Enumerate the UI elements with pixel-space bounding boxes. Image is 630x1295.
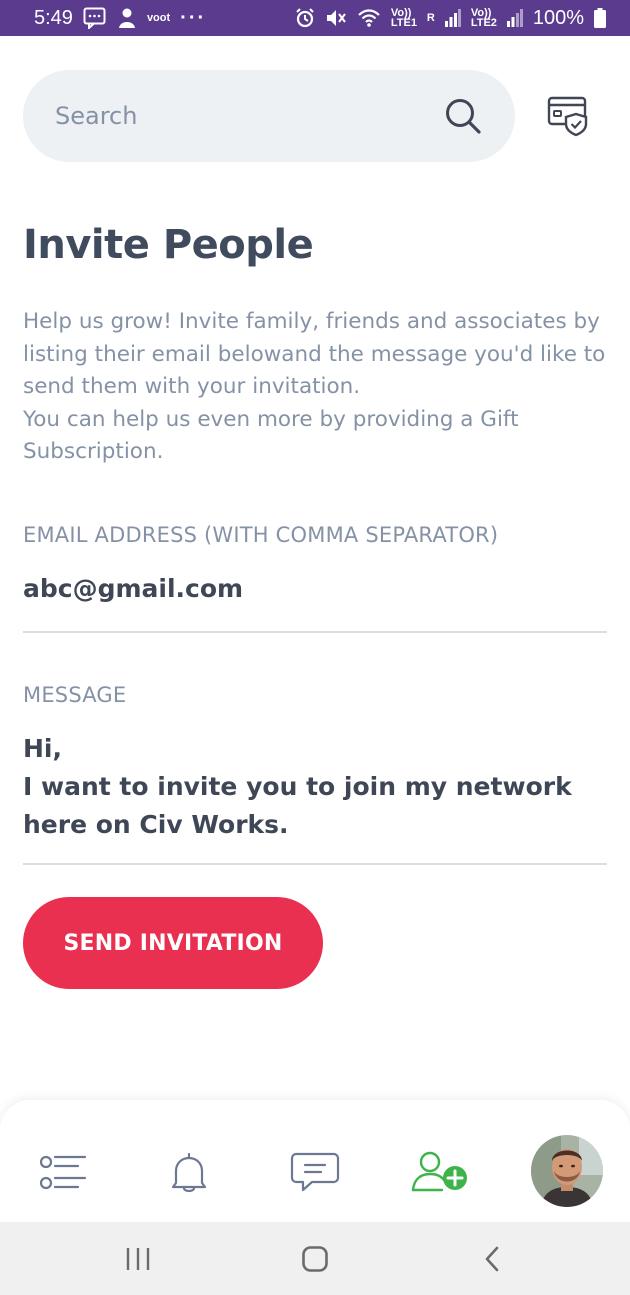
message-line: I want to invite you to join my network … (23, 772, 572, 839)
recent-apps-icon[interactable] (118, 1222, 158, 1295)
status-bar: 5:49 voot ··· Vo)) LTE1 R Vo)) LTE2 100% (0, 0, 630, 36)
chat-icon[interactable] (290, 1150, 340, 1194)
alarm-icon (295, 8, 315, 28)
avatar[interactable] (531, 1135, 603, 1207)
app-notification-icon (117, 7, 137, 29)
sim1-label: Vo)) LTE1 (390, 7, 417, 29)
home-icon[interactable] (295, 1222, 335, 1295)
email-divider (23, 631, 607, 633)
mute-icon (325, 8, 347, 28)
email-label: EMAIL ADDRESS (WITH COMMA SEPARATOR) (23, 523, 499, 547)
battery-percent: 100% (532, 6, 584, 29)
description-paragraph: You can help us even more by providing a… (23, 406, 519, 465)
sim2-label: Vo)) LTE2 (470, 7, 497, 29)
page-description: Help us grow! Invite family, friends and… (23, 306, 613, 469)
status-time: 5:49 (34, 6, 73, 29)
more-notifications-icon: ··· (180, 6, 207, 29)
status-left: 5:49 voot ··· (34, 7, 206, 30)
message-notification-icon (83, 7, 107, 29)
battery-icon (594, 8, 606, 28)
message-divider (23, 863, 607, 865)
card-shield-icon[interactable] (546, 94, 590, 138)
back-icon[interactable] (472, 1222, 512, 1295)
wifi-icon (357, 8, 381, 28)
message-line: Hi, (23, 734, 62, 763)
status-right: Vo)) LTE1 R Vo)) LTE2 100% (295, 7, 606, 30)
search-bar[interactable] (23, 70, 515, 162)
message-label: MESSAGE (23, 683, 127, 707)
roaming-label: R (426, 12, 435, 24)
system-nav-bar (0, 1222, 630, 1295)
signal-icon (506, 9, 523, 27)
search-icon[interactable] (443, 96, 483, 136)
add-user-icon[interactable] (410, 1150, 470, 1194)
message-field[interactable]: Hi, I want to invite you to join my netw… (23, 730, 607, 844)
email-field[interactable]: abc@gmail.com (23, 570, 607, 608)
signal-icon (444, 9, 461, 27)
search-input[interactable] (53, 101, 417, 131)
description-paragraph: Help us grow! Invite family, friends and… (23, 309, 606, 399)
page-title: Invite People (23, 222, 314, 268)
bell-icon[interactable] (170, 1150, 208, 1194)
list-icon[interactable] (38, 1150, 88, 1194)
send-invitation-button[interactable]: SEND INVITATION (23, 897, 323, 989)
voot-app-icon: voot (146, 12, 171, 24)
